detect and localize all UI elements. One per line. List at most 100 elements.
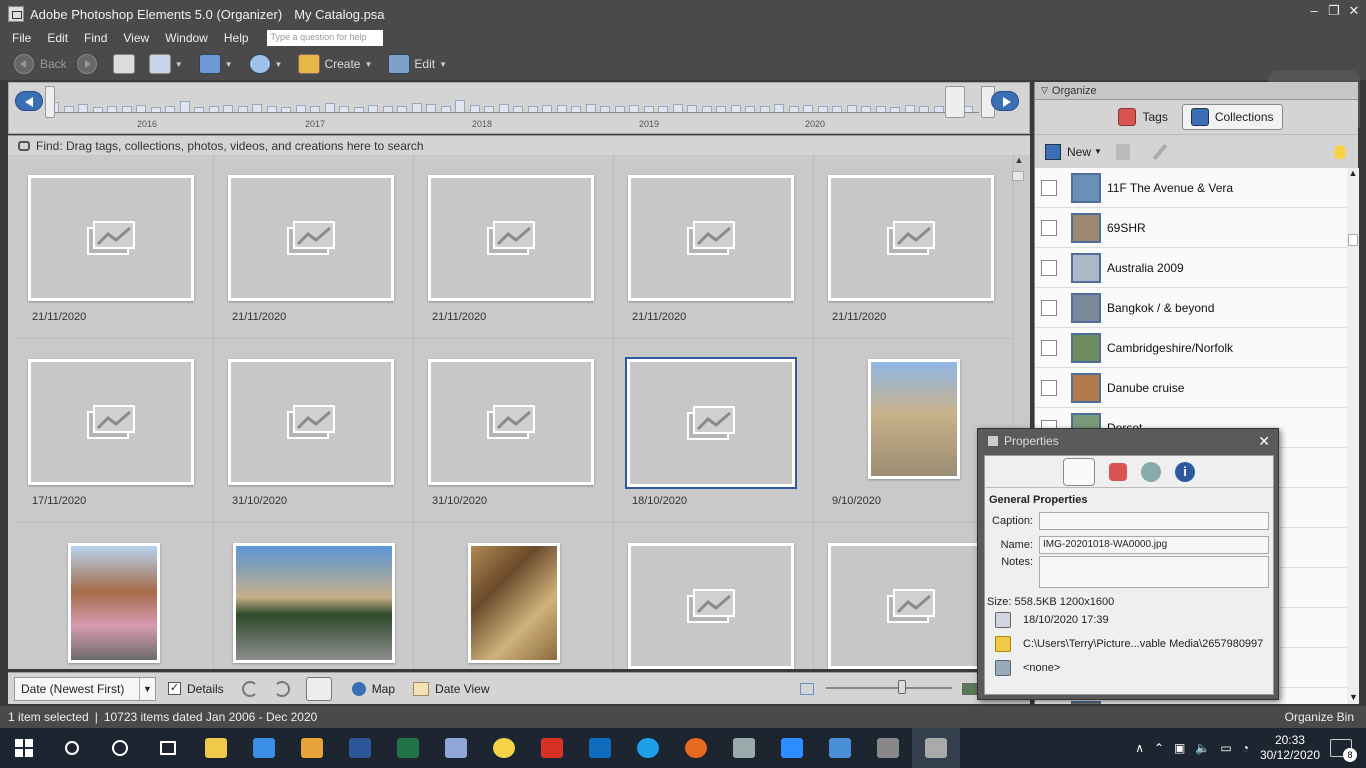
timeline-bar[interactable] (774, 104, 784, 112)
scroll-down-arrow-icon[interactable]: ▼ (1349, 692, 1358, 702)
info-icon[interactable]: i (1175, 461, 1195, 482)
placeholder-thumbnail[interactable] (828, 543, 994, 669)
timeline-bar[interactable] (513, 106, 523, 112)
photo-cell[interactable]: 21/11/2020 (214, 155, 414, 339)
notification-center-button[interactable]: 8 (1330, 739, 1357, 762)
taskbar-outlook[interactable] (576, 728, 624, 768)
timeline-start-handle[interactable] (45, 86, 55, 118)
menu-help[interactable]: Help (224, 31, 249, 45)
collection-item[interactable]: Bangkok / & beyond (1035, 288, 1347, 328)
properties-titlebar[interactable]: Properties (978, 429, 1278, 453)
collection-checkbox[interactable] (1041, 259, 1057, 276)
timeline-bar[interactable] (252, 104, 262, 112)
taskbar-zoom[interactable] (768, 728, 816, 768)
timeline-bar[interactable] (890, 107, 900, 112)
placeholder-thumbnail[interactable] (628, 175, 794, 301)
minimize-button[interactable]: – (1308, 4, 1320, 17)
timeline-bar[interactable] (600, 106, 610, 112)
collection-item[interactable]: 69SHR (1035, 208, 1347, 248)
photo-cell[interactable]: 18/10/2020 (614, 339, 814, 523)
timeline-bar[interactable] (295, 105, 306, 112)
battery-icon[interactable]: ▭ (1220, 741, 1231, 755)
photo-cell[interactable]: 31/10/2020 (214, 339, 414, 523)
placeholder-thumbnail[interactable] (428, 175, 594, 301)
timeline-bar[interactable] (223, 105, 233, 112)
timeline-bar[interactable] (397, 106, 407, 112)
menu-window[interactable]: Window (165, 31, 208, 45)
timeline-bar[interactable] (759, 106, 770, 112)
share-online-button[interactable]: ▼ (198, 54, 239, 74)
map-button[interactable]: Map (372, 682, 395, 696)
lightbulb-icon[interactable] (1334, 144, 1346, 159)
timeline-bar[interactable] (281, 107, 291, 112)
timeline-bar[interactable] (237, 106, 248, 112)
photo-thumbnail[interactable] (233, 543, 395, 663)
timeline-bar[interactable] (194, 107, 204, 112)
find-bar[interactable]: Find: Drag tags, collections, photos, vi… (8, 135, 1030, 155)
timeline[interactable]: 2016 2017 2018 2019 2020 (8, 82, 1030, 134)
timeline-bar[interactable] (629, 105, 639, 112)
timeline-bar[interactable] (875, 106, 886, 112)
taskbar-internet-explorer[interactable] (624, 728, 672, 768)
timeline-bar[interactable] (933, 106, 944, 112)
sort-order-select[interactable]: Date (Newest First) ▼ (14, 676, 156, 701)
timeline-bar[interactable] (832, 106, 842, 112)
general-properties-tab-icon[interactable] (1063, 457, 1095, 486)
caption-field[interactable] (1039, 512, 1269, 530)
timeline-bar[interactable] (919, 106, 929, 112)
timeline-bar[interactable] (121, 106, 132, 112)
search-button[interactable] (48, 728, 96, 768)
photo-view-icon[interactable] (305, 676, 332, 701)
timeline-bar[interactable] (107, 106, 117, 112)
photo-cell[interactable] (14, 523, 214, 669)
timeline-bar[interactable] (179, 101, 190, 112)
email-button[interactable]: ▼ (248, 54, 289, 74)
taskbar-acrobat[interactable] (528, 728, 576, 768)
collection-checkbox[interactable] (1041, 219, 1057, 236)
menu-file[interactable]: File (12, 31, 31, 45)
task-view-button[interactable] (144, 728, 192, 768)
timeline-bar[interactable] (426, 104, 436, 112)
timeline-left-button[interactable] (15, 91, 43, 111)
grid-size-icon[interactable] (800, 683, 814, 695)
taskbar-photoshop-organizer[interactable] (912, 728, 960, 768)
photo-cell[interactable]: 31/10/2020 (414, 339, 614, 523)
rotate-right-icon[interactable] (273, 680, 290, 697)
photo-cell[interactable]: 21/11/2020 (414, 155, 614, 339)
timeline-bar[interactable] (310, 106, 320, 112)
photo-cell[interactable]: 21/11/2020 (814, 155, 1014, 339)
photo-cell[interactable]: 21/11/2020 (14, 155, 214, 339)
details-checkbox[interactable]: ✓ (168, 682, 181, 695)
placeholder-thumbnail[interactable] (28, 359, 194, 485)
placeholder-thumbnail[interactable] (628, 543, 794, 669)
wifi-icon[interactable]: ◔ (1242, 741, 1249, 755)
tags-tab-icon[interactable] (1109, 462, 1127, 481)
print-button[interactable] (112, 54, 139, 74)
timeline-bar[interactable] (658, 106, 668, 112)
timeline-bar[interactable] (63, 106, 74, 112)
placeholder-thumbnail[interactable] (228, 175, 394, 301)
timeline-bar[interactable] (672, 104, 683, 112)
timeline-bar[interactable] (701, 106, 712, 112)
timeline-bar[interactable] (904, 105, 915, 112)
trash-icon[interactable] (1115, 143, 1130, 160)
placeholder-thumbnail[interactable] (228, 359, 394, 485)
taskbar-excel[interactable] (384, 728, 432, 768)
collection-checkbox[interactable] (1041, 379, 1057, 396)
timeline-bar[interactable] (643, 106, 654, 112)
timeline-bar[interactable] (614, 106, 625, 112)
taskbar-app-remote[interactable] (432, 728, 480, 768)
device-icon[interactable]: ▣ (1174, 741, 1185, 755)
timeline-bar[interactable] (382, 106, 393, 112)
taskbar-media-player[interactable] (288, 728, 336, 768)
collection-checkbox[interactable] (1041, 299, 1057, 316)
clock[interactable]: 20:33 30/12/2020 (1260, 733, 1320, 763)
menu-view[interactable]: View (123, 31, 149, 45)
tab-tags[interactable]: Tags (1110, 104, 1175, 130)
collection-checkbox[interactable] (1041, 339, 1057, 356)
collections-scrollbar[interactable]: ▲ ▼ (1347, 168, 1359, 704)
organize-header[interactable]: ▽ Organize (1035, 82, 1358, 100)
order-prints-button[interactable]: ▼ (148, 54, 189, 74)
photo-cell[interactable] (414, 523, 614, 669)
organize-bin-toggle[interactable]: Organize Bin (1285, 710, 1354, 724)
